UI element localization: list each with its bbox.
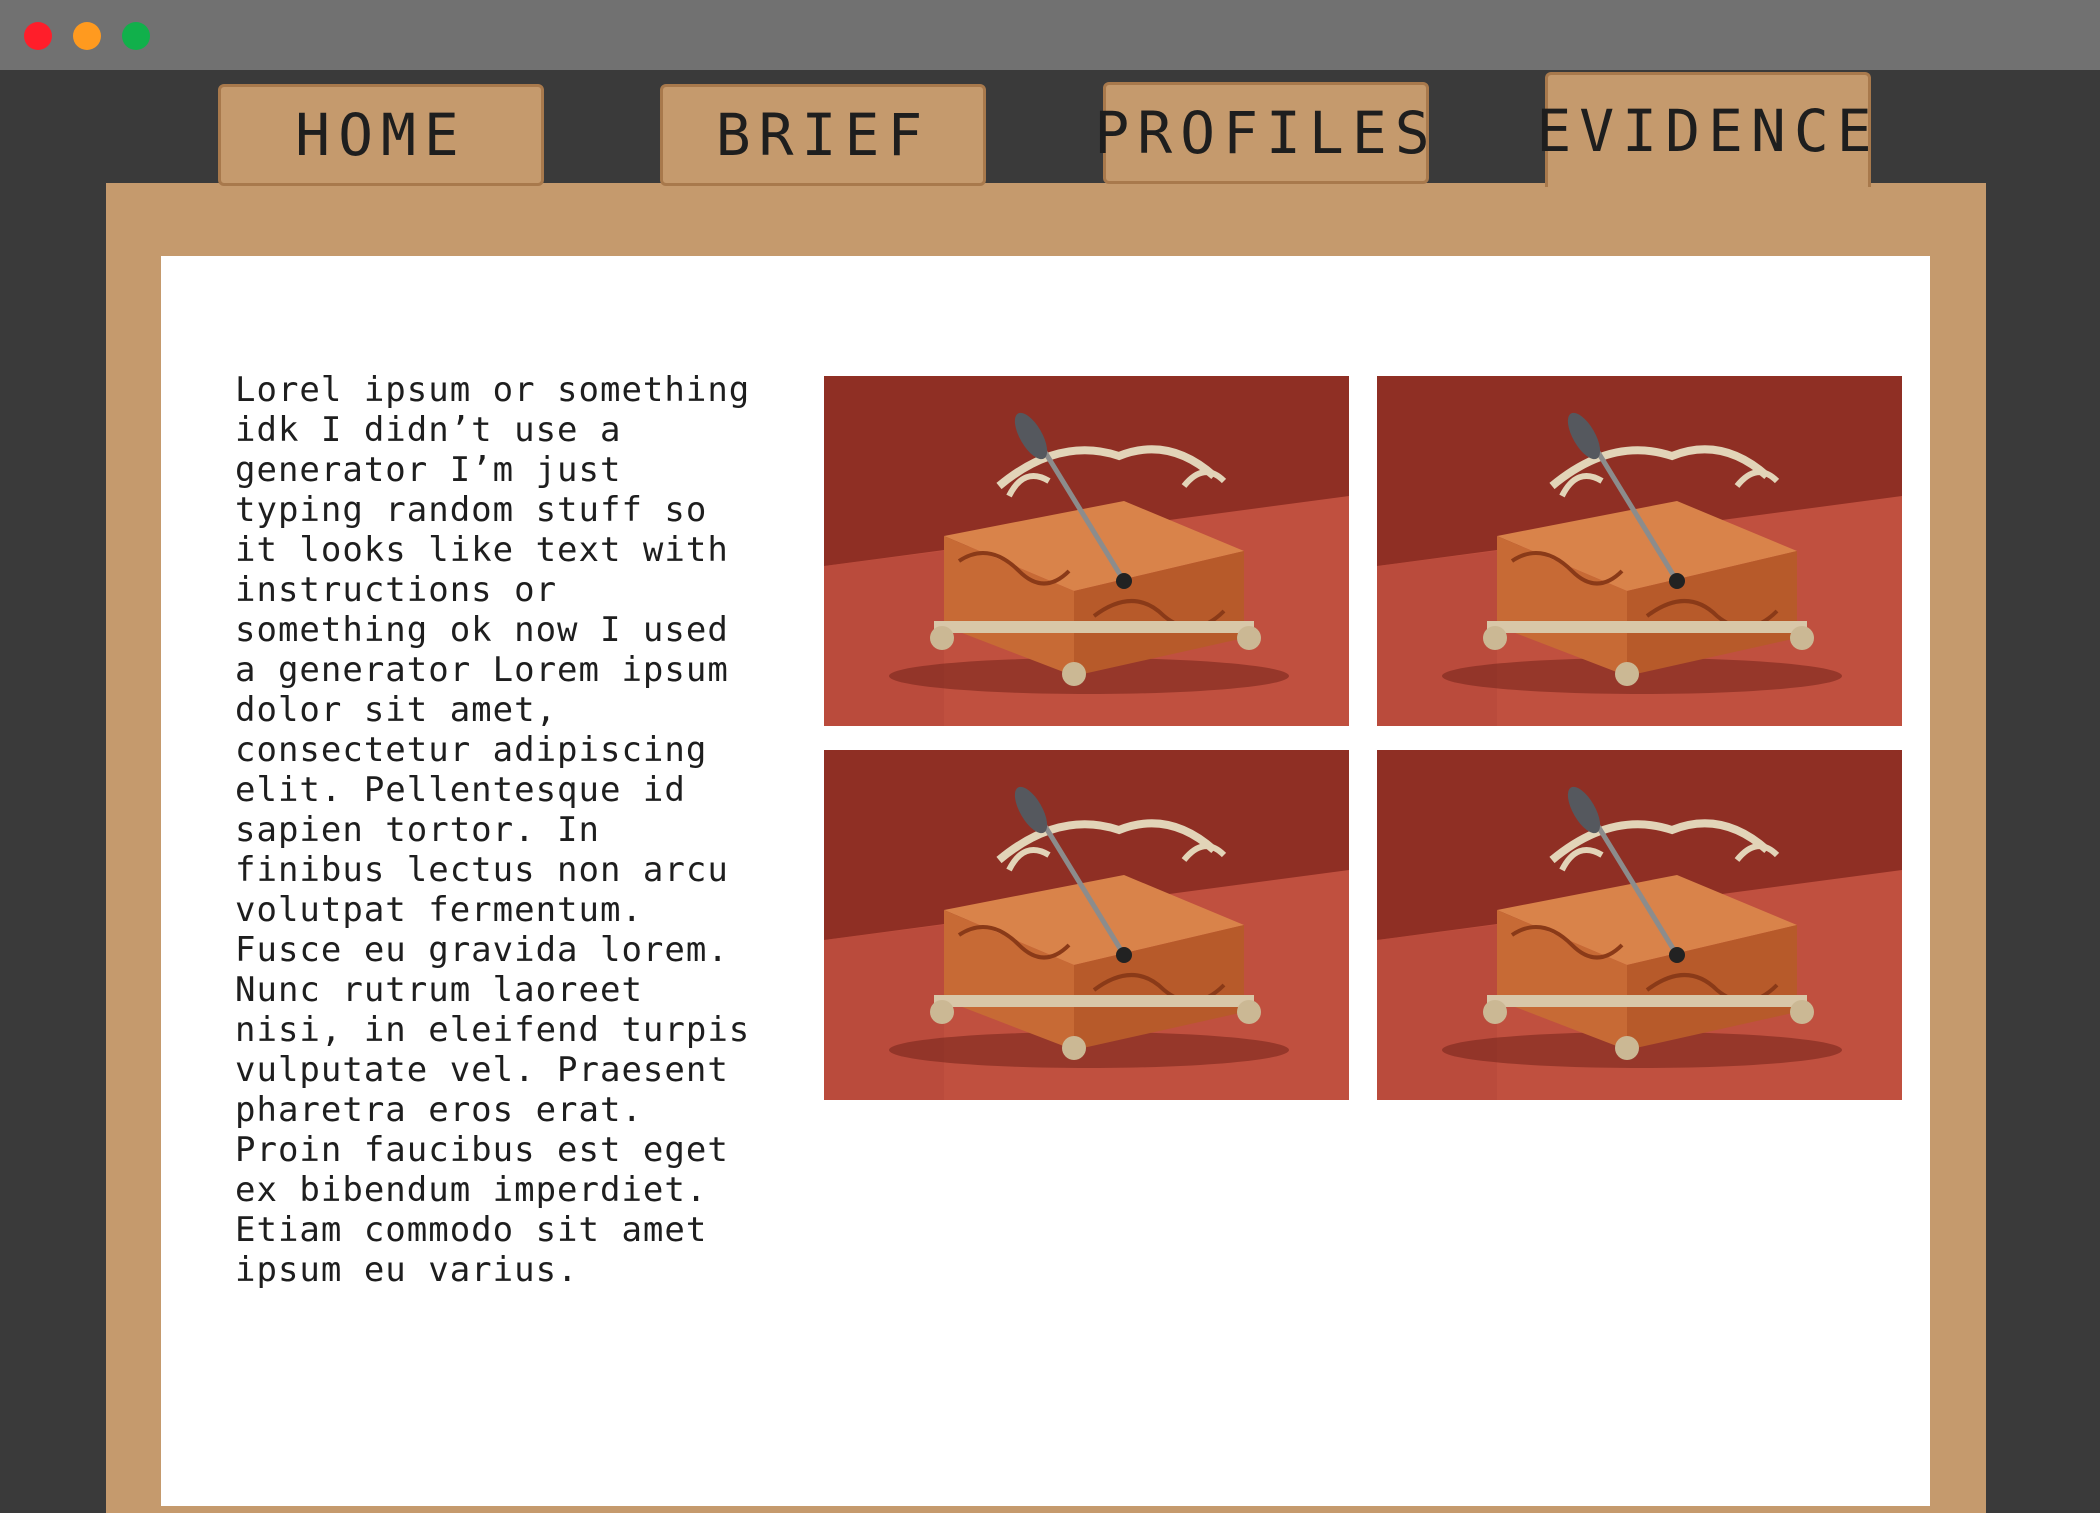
evidence-image[interactable] — [1377, 750, 1902, 1100]
casket-photo — [1377, 376, 1902, 726]
evidence-image[interactable] — [1377, 376, 1902, 726]
close-window-button[interactable] — [24, 22, 52, 50]
evidence-description: Lorel ipsum or something idk I didn’t us… — [235, 370, 751, 1290]
evidence-image[interactable] — [824, 750, 1349, 1100]
tab-brief[interactable]: BRIEF — [660, 84, 986, 186]
tab-evidence-label: EVIDENCE — [1536, 97, 1880, 165]
tab-profiles[interactable]: PROFILES — [1094, 82, 1430, 184]
tab-evidence[interactable]: EVIDENCE — [1536, 72, 1872, 187]
minimize-window-button[interactable] — [73, 22, 101, 50]
casket-photo — [824, 750, 1349, 1100]
evidence-image[interactable] — [824, 376, 1349, 726]
tab-home[interactable]: HOME — [218, 84, 544, 186]
window-titlebar — [0, 0, 2100, 70]
tab-brief-label: BRIEF — [715, 101, 931, 169]
casket-photo — [1377, 750, 1902, 1100]
tab-home-label: HOME — [295, 101, 467, 169]
tab-profiles-label: PROFILES — [1094, 99, 1438, 167]
maximize-window-button[interactable] — [122, 22, 150, 50]
casket-photo — [824, 376, 1349, 726]
